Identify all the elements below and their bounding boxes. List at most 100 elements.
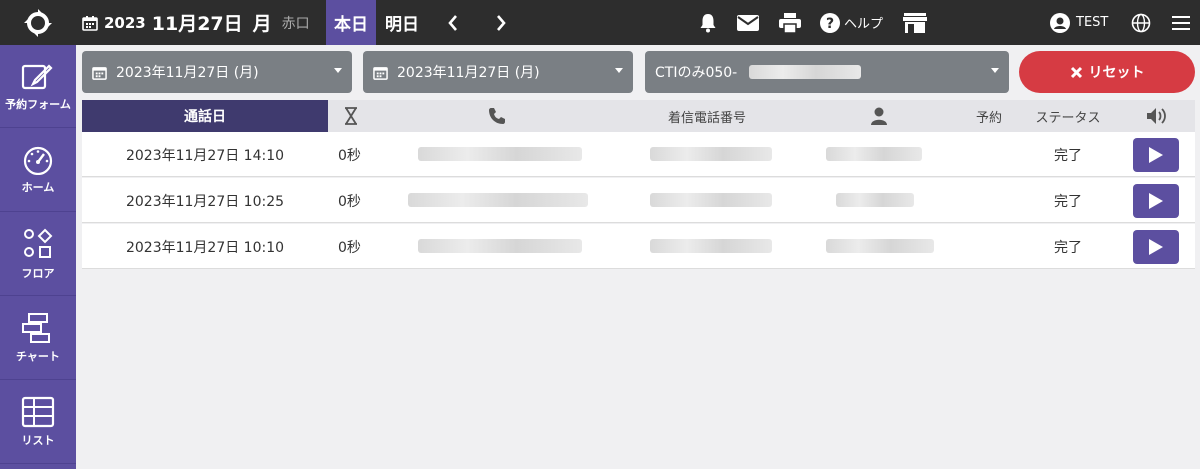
user-avatar-icon — [1050, 12, 1070, 33]
logo-icon — [24, 8, 52, 37]
speaker-icon — [1147, 108, 1166, 124]
chevron-right-icon — [497, 14, 506, 31]
bell-icon — [700, 13, 716, 32]
sidebar-item-label: リスト — [21, 434, 55, 447]
sidebar-item-label: 予約フォーム — [5, 98, 71, 111]
svg-text:?: ? — [826, 16, 834, 32]
call-status: 完了 — [1054, 147, 1082, 164]
tomorrow-button[interactable]: 明日 — [378, 0, 426, 45]
redacted-customer-name — [836, 193, 914, 207]
sidebar-item-reservation-form[interactable]: 予約フォーム — [0, 45, 76, 128]
user-menu[interactable]: TEST — [1050, 0, 1114, 45]
sidebar-item-list[interactable]: リスト — [0, 381, 76, 464]
calendar-icon — [92, 66, 107, 80]
sidebar-item-label: フロア — [21, 267, 55, 280]
caret-down-icon — [991, 68, 999, 73]
app-logo[interactable] — [0, 0, 76, 45]
redacted-customer-name — [826, 239, 934, 253]
call-filter-select[interactable]: CTIのみ050- — [645, 51, 1009, 93]
table-row[interactable]: 2023年11月27日 10:10 0秒 完了 — [82, 224, 1195, 269]
column-header-customer[interactable] — [864, 100, 894, 132]
printer-icon — [779, 12, 801, 33]
reset-label: リセット — [1088, 65, 1145, 81]
table-row[interactable]: 2023年11月27日 10:25 0秒 完了 — [82, 178, 1195, 223]
call-status: 完了 — [1054, 193, 1082, 210]
call-filter-value: CTIのみ050- — [655, 65, 738, 81]
table-row[interactable]: 2023年11月27日 14:10 0秒 完了 — [82, 132, 1195, 177]
column-header-audio[interactable] — [1142, 100, 1172, 132]
user-name: TEST — [1076, 15, 1109, 30]
store-icon — [903, 12, 927, 33]
end-date-select[interactable]: 2023年11月27日 (月) — [363, 51, 633, 93]
column-header-incoming-number[interactable]: 着信電話番号 — [642, 100, 772, 132]
play-icon — [1149, 239, 1163, 255]
play-button[interactable] — [1133, 184, 1179, 218]
help-button[interactable]: ? ヘルプ — [820, 0, 884, 45]
sidebar-item-chart[interactable]: チャート — [0, 297, 76, 380]
play-button[interactable] — [1133, 230, 1179, 264]
column-header-duration[interactable] — [336, 100, 366, 132]
call-date: 2023年11月27日 14:10 — [125, 147, 285, 164]
sidebar-item-label: チャート — [16, 350, 60, 363]
play-button[interactable] — [1133, 138, 1179, 172]
redacted-incoming-number — [650, 239, 772, 253]
redacted-caller-number — [418, 239, 582, 253]
hamburger-icon — [1172, 15, 1190, 30]
sidebar-item-home[interactable]: ホーム — [0, 129, 76, 212]
column-header-date[interactable]: 通話日 — [82, 100, 328, 132]
call-status: 完了 — [1054, 239, 1082, 256]
top-bar: 2023 11月27日 月 赤口 本日 明日 ? ヘルプ TEST — [0, 0, 1200, 45]
current-date[interactable]: 2023 11月27日 月 赤口 — [82, 0, 310, 45]
person-icon — [871, 107, 887, 125]
sidebar-item-floor[interactable]: フロア — [0, 213, 76, 296]
call-date: 2023年11月27日 10:10 — [125, 239, 285, 256]
shapes-icon — [24, 228, 53, 258]
print-button[interactable] — [778, 0, 802, 45]
end-date-value: 2023年11月27日 (月) — [397, 65, 540, 81]
redacted-text — [749, 65, 861, 79]
calendar-icon — [373, 66, 388, 80]
date-month-day: 11月27日 — [151, 13, 243, 35]
gauge-icon — [23, 146, 53, 175]
hourglass-icon — [345, 107, 357, 125]
date-rokuyo: 赤口 — [281, 15, 310, 32]
caret-down-icon — [615, 68, 623, 73]
prev-day-button[interactable] — [440, 0, 466, 45]
reset-button[interactable]: リセット — [1019, 51, 1195, 93]
redacted-customer-name — [826, 147, 922, 161]
notification-button[interactable] — [696, 0, 720, 45]
call-date: 2023年11月27日 10:25 — [125, 193, 285, 210]
play-icon — [1149, 193, 1163, 209]
language-button[interactable] — [1130, 0, 1152, 45]
help-icon: ? — [820, 12, 840, 33]
column-header-reservation[interactable]: 予約 — [967, 100, 1011, 132]
edit-icon — [21, 64, 53, 90]
column-header-caller-number[interactable] — [482, 100, 512, 132]
next-day-button[interactable] — [488, 0, 514, 45]
table-header: 通話日 着信電話番号 予約 ステータス — [82, 100, 1195, 132]
today-button[interactable]: 本日 — [326, 0, 376, 45]
play-icon — [1149, 147, 1163, 163]
menu-button[interactable] — [1170, 0, 1192, 45]
start-date-select[interactable]: 2023年11月27日 (月) — [82, 51, 352, 93]
column-header-status[interactable]: ステータス — [1028, 100, 1108, 132]
table-icon — [21, 396, 55, 428]
globe-icon — [1131, 13, 1151, 32]
redacted-incoming-number — [650, 147, 772, 161]
call-duration: 0秒 — [338, 147, 361, 164]
redacted-caller-number — [408, 193, 588, 207]
call-duration: 0秒 — [338, 193, 361, 210]
date-weekday: 月 — [252, 13, 272, 35]
store-button[interactable] — [902, 0, 928, 45]
start-date-value: 2023年11月27日 (月) — [116, 65, 259, 81]
date-year: 2023 — [104, 13, 146, 32]
chart-icon — [22, 313, 50, 343]
redacted-incoming-number — [650, 193, 772, 207]
mail-button[interactable] — [736, 0, 760, 45]
help-label: ヘルプ — [844, 17, 884, 32]
caret-down-icon — [334, 68, 342, 73]
redacted-caller-number — [418, 147, 582, 161]
chevron-left-icon — [448, 14, 457, 31]
call-duration: 0秒 — [338, 239, 361, 256]
mail-icon — [737, 14, 759, 31]
